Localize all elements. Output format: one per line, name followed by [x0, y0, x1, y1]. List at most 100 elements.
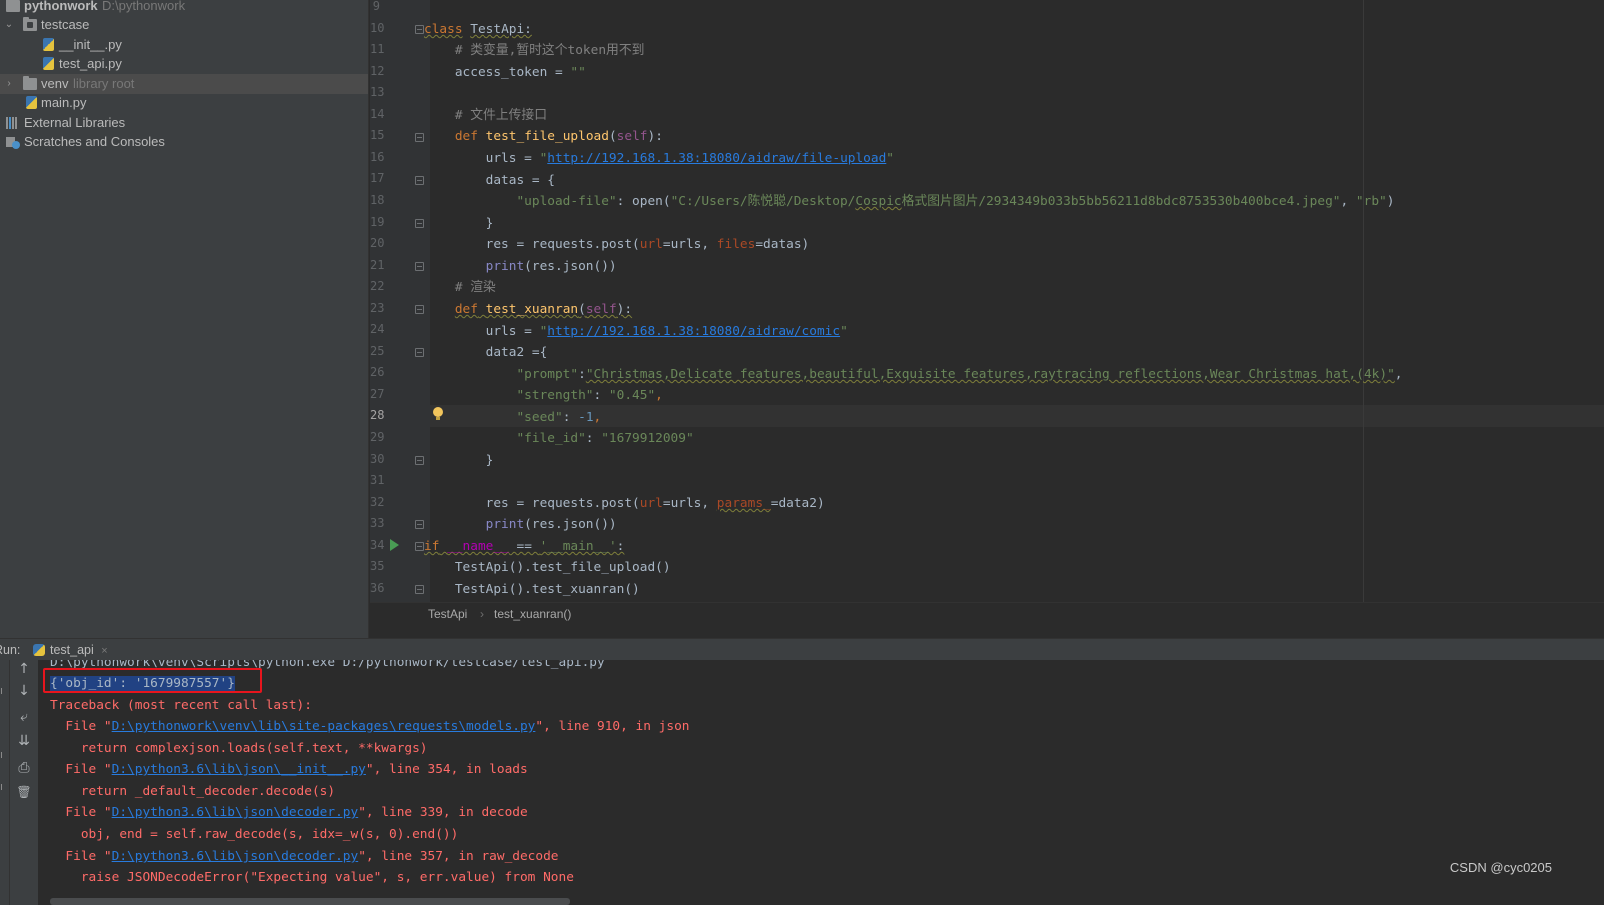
- traceback-frame-4: File "D:\python3.6\lib\json\decoder.py",…: [50, 849, 559, 864]
- chevron-down-icon[interactable]: ⌄: [4, 15, 14, 35]
- arrow-up-icon[interactable]: ↑: [14, 660, 34, 678]
- code-editor[interactable]: 9 10 11 12 13 14 15 16 17 18 19 20 21 22 23 24 25 26 27 28 2…: [370, 0, 1604, 602]
- breadcrumb-method[interactable]: test_xuanran(): [494, 603, 571, 625]
- tree-root-path: D:\pythonwork: [102, 0, 186, 13]
- line-number: 25: [370, 343, 385, 358]
- folder-icon: [6, 0, 20, 12]
- fold-icon[interactable]: [415, 133, 424, 142]
- tree-item-test-api-py[interactable]: test_api.py: [0, 54, 368, 74]
- tree-item-label: testcase: [41, 17, 90, 32]
- python-file-icon: [43, 57, 54, 70]
- code-line-27: "strength": "0.45",: [516, 388, 663, 403]
- soft-wrap-icon[interactable]: ⤶: [14, 708, 34, 726]
- tree-item-venv[interactable]: › venv library root: [0, 74, 368, 94]
- code-line-35: TestApi().test_file_upload(): [454, 560, 671, 575]
- traceback-file-link[interactable]: D:\pythonwork\venv\lib\site-packages\req…: [112, 719, 536, 734]
- code-line-32: res = requests.post(url=urls, params_=da…: [485, 496, 825, 511]
- traceback-file-link[interactable]: D:\python3.6\lib\json\decoder.py: [112, 849, 359, 864]
- strip-marker: [1, 784, 6, 790]
- folder-icon: [23, 76, 37, 90]
- run-tool-window-header: Run: test_api ×: [0, 638, 1604, 660]
- fold-icon[interactable]: [415, 219, 424, 228]
- tree-item-main-py[interactable]: main.py: [0, 93, 368, 113]
- chevron-right-icon[interactable]: ›: [4, 74, 14, 94]
- traceback-code-2: return _default_decoder.decode(s): [50, 784, 336, 799]
- fold-icon[interactable]: [415, 542, 424, 551]
- code-line-19: }: [485, 216, 494, 231]
- line-number: 33: [370, 516, 385, 531]
- tab-test-api[interactable]: test_api ×: [30, 639, 114, 661]
- tree-item-init-py[interactable]: __init__.py: [0, 35, 368, 55]
- editor-gutter: 9 10 11 12 13 14 15 16 17 18 19 20 21 22 23 24 25 26 27 28 2…: [370, 0, 443, 602]
- line-number: 31: [370, 473, 385, 488]
- print-icon[interactable]: ⎙: [14, 759, 34, 777]
- fold-icon[interactable]: [415, 176, 424, 185]
- run-tab-label: test_api: [50, 643, 94, 657]
- line-number: 36: [370, 580, 385, 595]
- fold-icon[interactable]: [415, 305, 424, 314]
- scroll-to-end-icon[interactable]: ⇊: [14, 732, 34, 750]
- line-number: 35: [370, 559, 385, 574]
- tree-item-suffix: library root: [73, 76, 135, 91]
- tree-item-label: Scratches and Consoles: [24, 134, 165, 149]
- traceback-frame-3: File "D:\python3.6\lib\json\decoder.py",…: [50, 805, 528, 820]
- line-number: 30: [370, 451, 385, 466]
- python-file-icon: [33, 644, 45, 656]
- fold-icon[interactable]: [415, 262, 424, 271]
- scratches-icon: [6, 137, 20, 149]
- code-line-17: datas = {: [485, 173, 555, 188]
- arrow-down-icon[interactable]: ↓: [14, 682, 34, 700]
- traceback-frame-2: File "D:\python3.6\lib\json\__init__.py"…: [50, 762, 528, 777]
- tree-item-label: __init__.py: [59, 37, 122, 52]
- tree-item-label: test_api.py: [59, 56, 122, 71]
- code-line-28: "seed": -1,: [516, 410, 602, 425]
- tree-item-scratches[interactable]: Scratches and Consoles: [0, 132, 368, 152]
- traceback-file-link[interactable]: D:\python3.6\lib\json\decoder.py: [112, 805, 359, 820]
- line-number: 9: [372, 0, 380, 13]
- project-tool-window: pythonwork D:\pythonwork ⌄ testcase __in…: [0, 0, 369, 638]
- code-line-26: "prompt":"Christmas,Delicate features,be…: [516, 367, 1403, 382]
- tree-root-pythonwork[interactable]: pythonwork D:\pythonwork: [0, 0, 368, 16]
- code-line-21: print(res.json()): [485, 259, 617, 274]
- close-icon[interactable]: ×: [101, 645, 107, 657]
- breadcrumb-separator: ›: [480, 607, 484, 621]
- run-console[interactable]: D:\pythonwork\venv\Scripts\python.exe D:…: [38, 660, 1604, 905]
- current-line-highlight: [430, 405, 1604, 427]
- fold-icon[interactable]: [415, 520, 424, 529]
- run-triangle-icon[interactable]: [390, 539, 399, 551]
- code-line-22: # 渲染: [454, 280, 496, 295]
- tree-item-external-libraries[interactable]: External Libraries: [0, 113, 368, 133]
- tree-item-testcase[interactable]: ⌄ testcase: [0, 15, 368, 35]
- code-line-23: def test_xuanran(self):: [454, 302, 633, 317]
- line-number: 18: [370, 192, 385, 207]
- line-number: 20: [370, 236, 385, 251]
- line-number: 19: [370, 214, 385, 229]
- code-line-11: # 类变量,暂时这个token用不到: [454, 43, 645, 58]
- code-line-20: res = requests.post(url=urls, files=data…: [485, 237, 810, 252]
- line-number: 15: [370, 128, 385, 143]
- code-line-16: urls = "http://192.168.1.38:18080/aidraw…: [485, 151, 895, 166]
- fold-icon[interactable]: [415, 25, 424, 34]
- code-line-15: def test_file_upload(self):: [454, 129, 663, 144]
- line-number: 32: [370, 494, 385, 509]
- run-label: Run:: [0, 643, 21, 657]
- tree-item-label: External Libraries: [24, 115, 126, 130]
- python-file-icon: [43, 38, 54, 51]
- line-number: 21: [370, 257, 385, 272]
- package-folder-icon: [23, 17, 37, 31]
- line-number: 12: [370, 63, 385, 78]
- fold-icon[interactable]: [415, 585, 424, 594]
- strip-marker: [1, 752, 6, 758]
- code-line-34: if __name__ == '__main__':: [424, 539, 625, 554]
- traceback-file-link[interactable]: D:\python3.6\lib\json\__init__.py: [112, 762, 366, 777]
- horizontal-scrollbar[interactable]: [50, 898, 570, 905]
- python-file-icon: [26, 96, 37, 109]
- breadcrumb-class[interactable]: TestApi: [428, 603, 467, 625]
- line-number: 24: [370, 322, 385, 337]
- fold-icon[interactable]: [415, 348, 424, 357]
- libraries-icon: [6, 117, 20, 129]
- fold-icon[interactable]: [415, 456, 424, 465]
- run-toolbar: ↑ ↓ ⤶ ⇊ ⎙ 🗑: [0, 660, 38, 905]
- line-number: 29: [370, 430, 385, 444]
- trash-icon[interactable]: 🗑: [14, 783, 34, 801]
